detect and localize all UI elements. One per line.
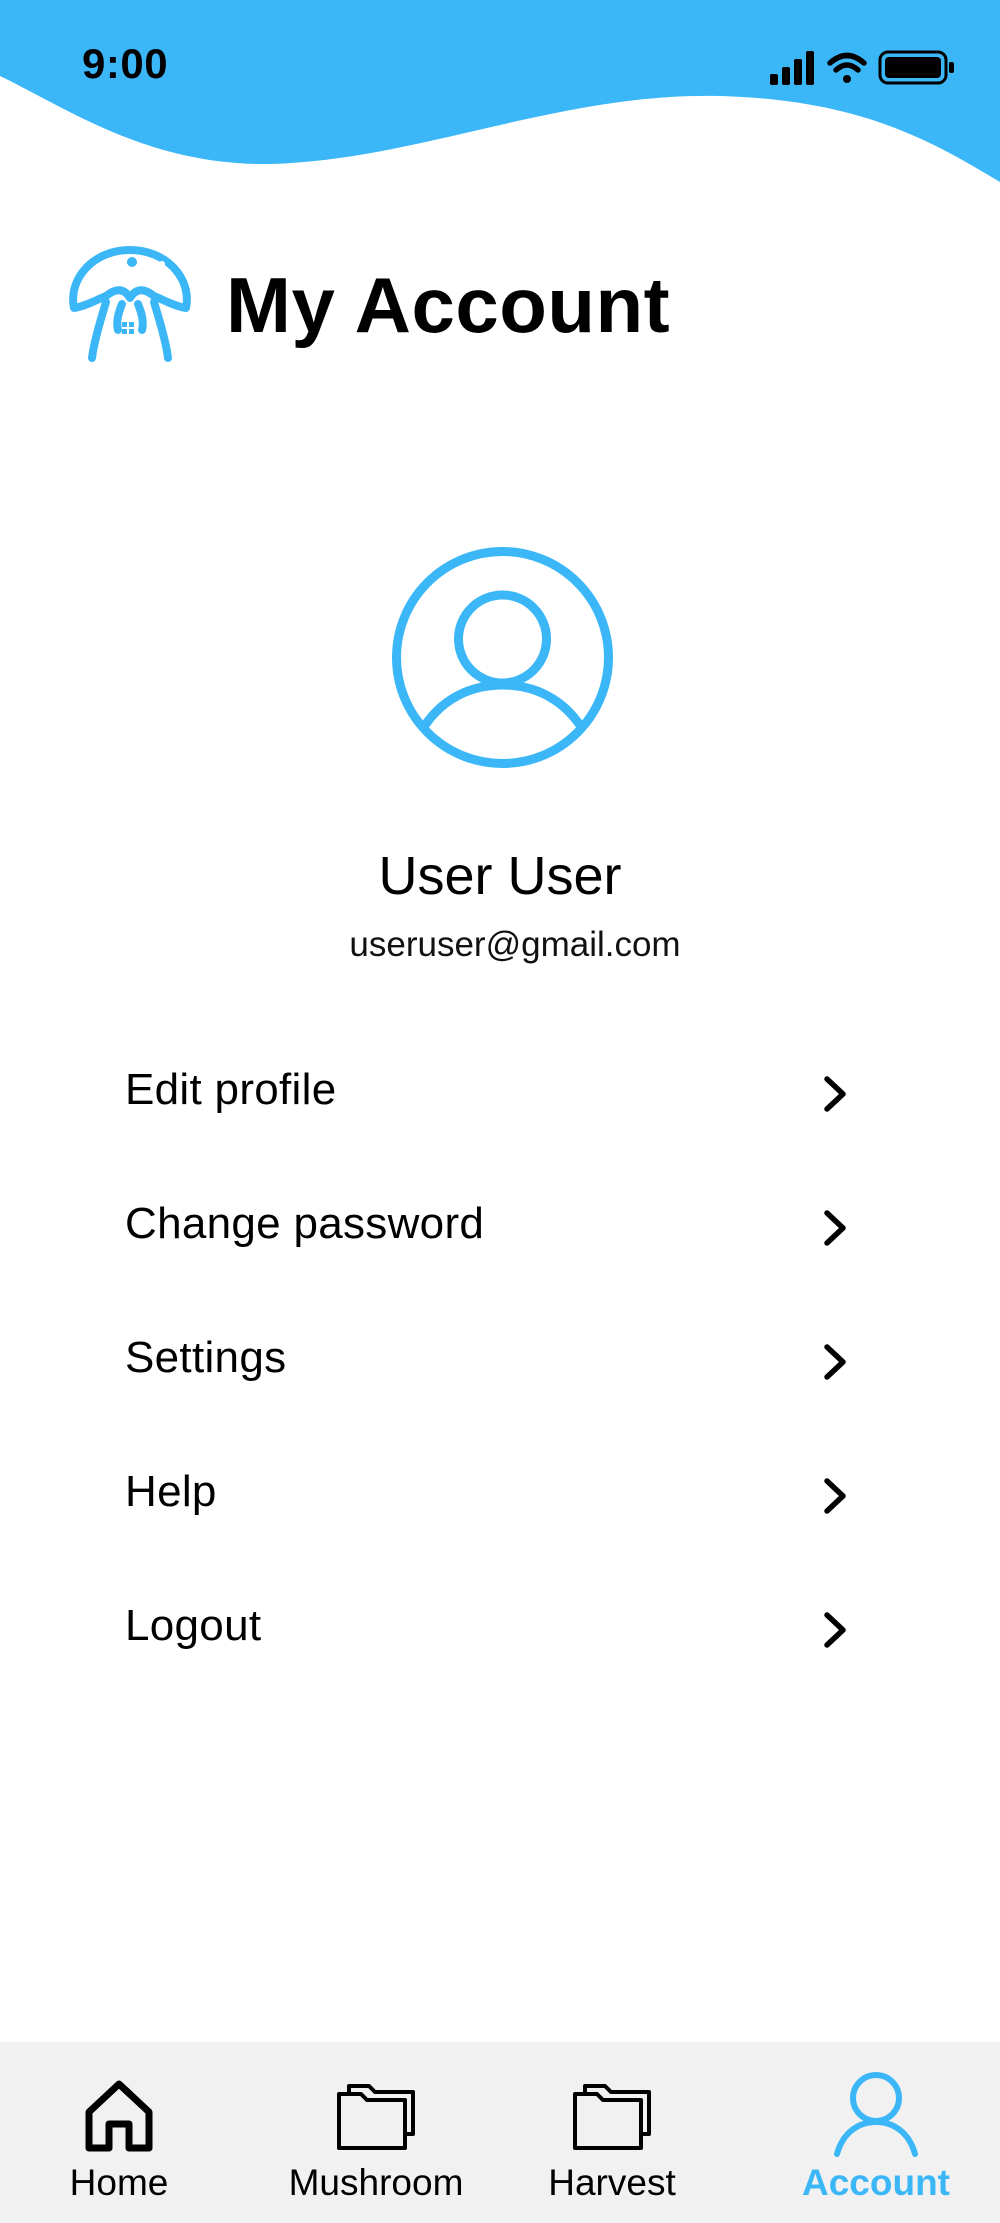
user-email: useruser@gmail.com bbox=[349, 925, 681, 964]
folder-icon bbox=[337, 2084, 415, 2150]
chevron-right-icon bbox=[824, 1344, 846, 1380]
home-icon bbox=[85, 2080, 153, 2152]
nav-label: Home bbox=[69, 2162, 169, 2203]
header-wave bbox=[0, 0, 1000, 182]
chevron-right-icon bbox=[824, 1076, 846, 1112]
user-circle-icon[interactable] bbox=[390, 545, 615, 770]
nav-label: Mushroom bbox=[288, 2162, 464, 2203]
account-menu: Edit profile Change password Settings He… bbox=[125, 1045, 855, 1715]
menu-item-label: Help bbox=[125, 1467, 217, 1516]
wifi-icon bbox=[827, 52, 867, 83]
battery-icon bbox=[878, 50, 954, 85]
cellular-signal-icon bbox=[770, 51, 814, 85]
chevron-right-icon bbox=[824, 1210, 846, 1246]
chevron-right-icon bbox=[824, 1478, 846, 1514]
menu-item-edit-profile[interactable]: Edit profile bbox=[125, 1045, 855, 1179]
bottom-nav: Home Mushroom Harvest Account bbox=[0, 2042, 1000, 2223]
nav-item-harvest[interactable]: Harvest bbox=[524, 2042, 700, 2223]
status-icons bbox=[770, 50, 954, 85]
nav-item-account[interactable]: Account bbox=[786, 2042, 966, 2223]
menu-item-label: Logout bbox=[125, 1601, 262, 1650]
menu-item-help[interactable]: Help bbox=[125, 1447, 855, 1581]
menu-item-label: Settings bbox=[125, 1333, 287, 1382]
nav-item-mushroom[interactable]: Mushroom bbox=[276, 2042, 476, 2223]
menu-item-change-password[interactable]: Change password bbox=[125, 1179, 855, 1313]
menu-item-label: Change password bbox=[125, 1199, 485, 1248]
menu-item-label: Edit profile bbox=[125, 1065, 337, 1114]
nav-label: Account bbox=[802, 2162, 950, 2203]
user-name: User User bbox=[378, 846, 622, 906]
mushroom-house-logo bbox=[69, 246, 191, 362]
menu-item-logout[interactable]: Logout bbox=[125, 1581, 855, 1715]
nav-item-home[interactable]: Home bbox=[34, 2042, 204, 2223]
page-title: My Account bbox=[226, 261, 671, 349]
chevron-right-icon bbox=[824, 1612, 846, 1648]
user-icon bbox=[834, 2072, 918, 2157]
nav-label: Harvest bbox=[548, 2162, 676, 2203]
menu-item-settings[interactable]: Settings bbox=[125, 1313, 855, 1447]
folder-icon bbox=[573, 2084, 651, 2150]
status-time: 9:00 bbox=[82, 40, 169, 87]
